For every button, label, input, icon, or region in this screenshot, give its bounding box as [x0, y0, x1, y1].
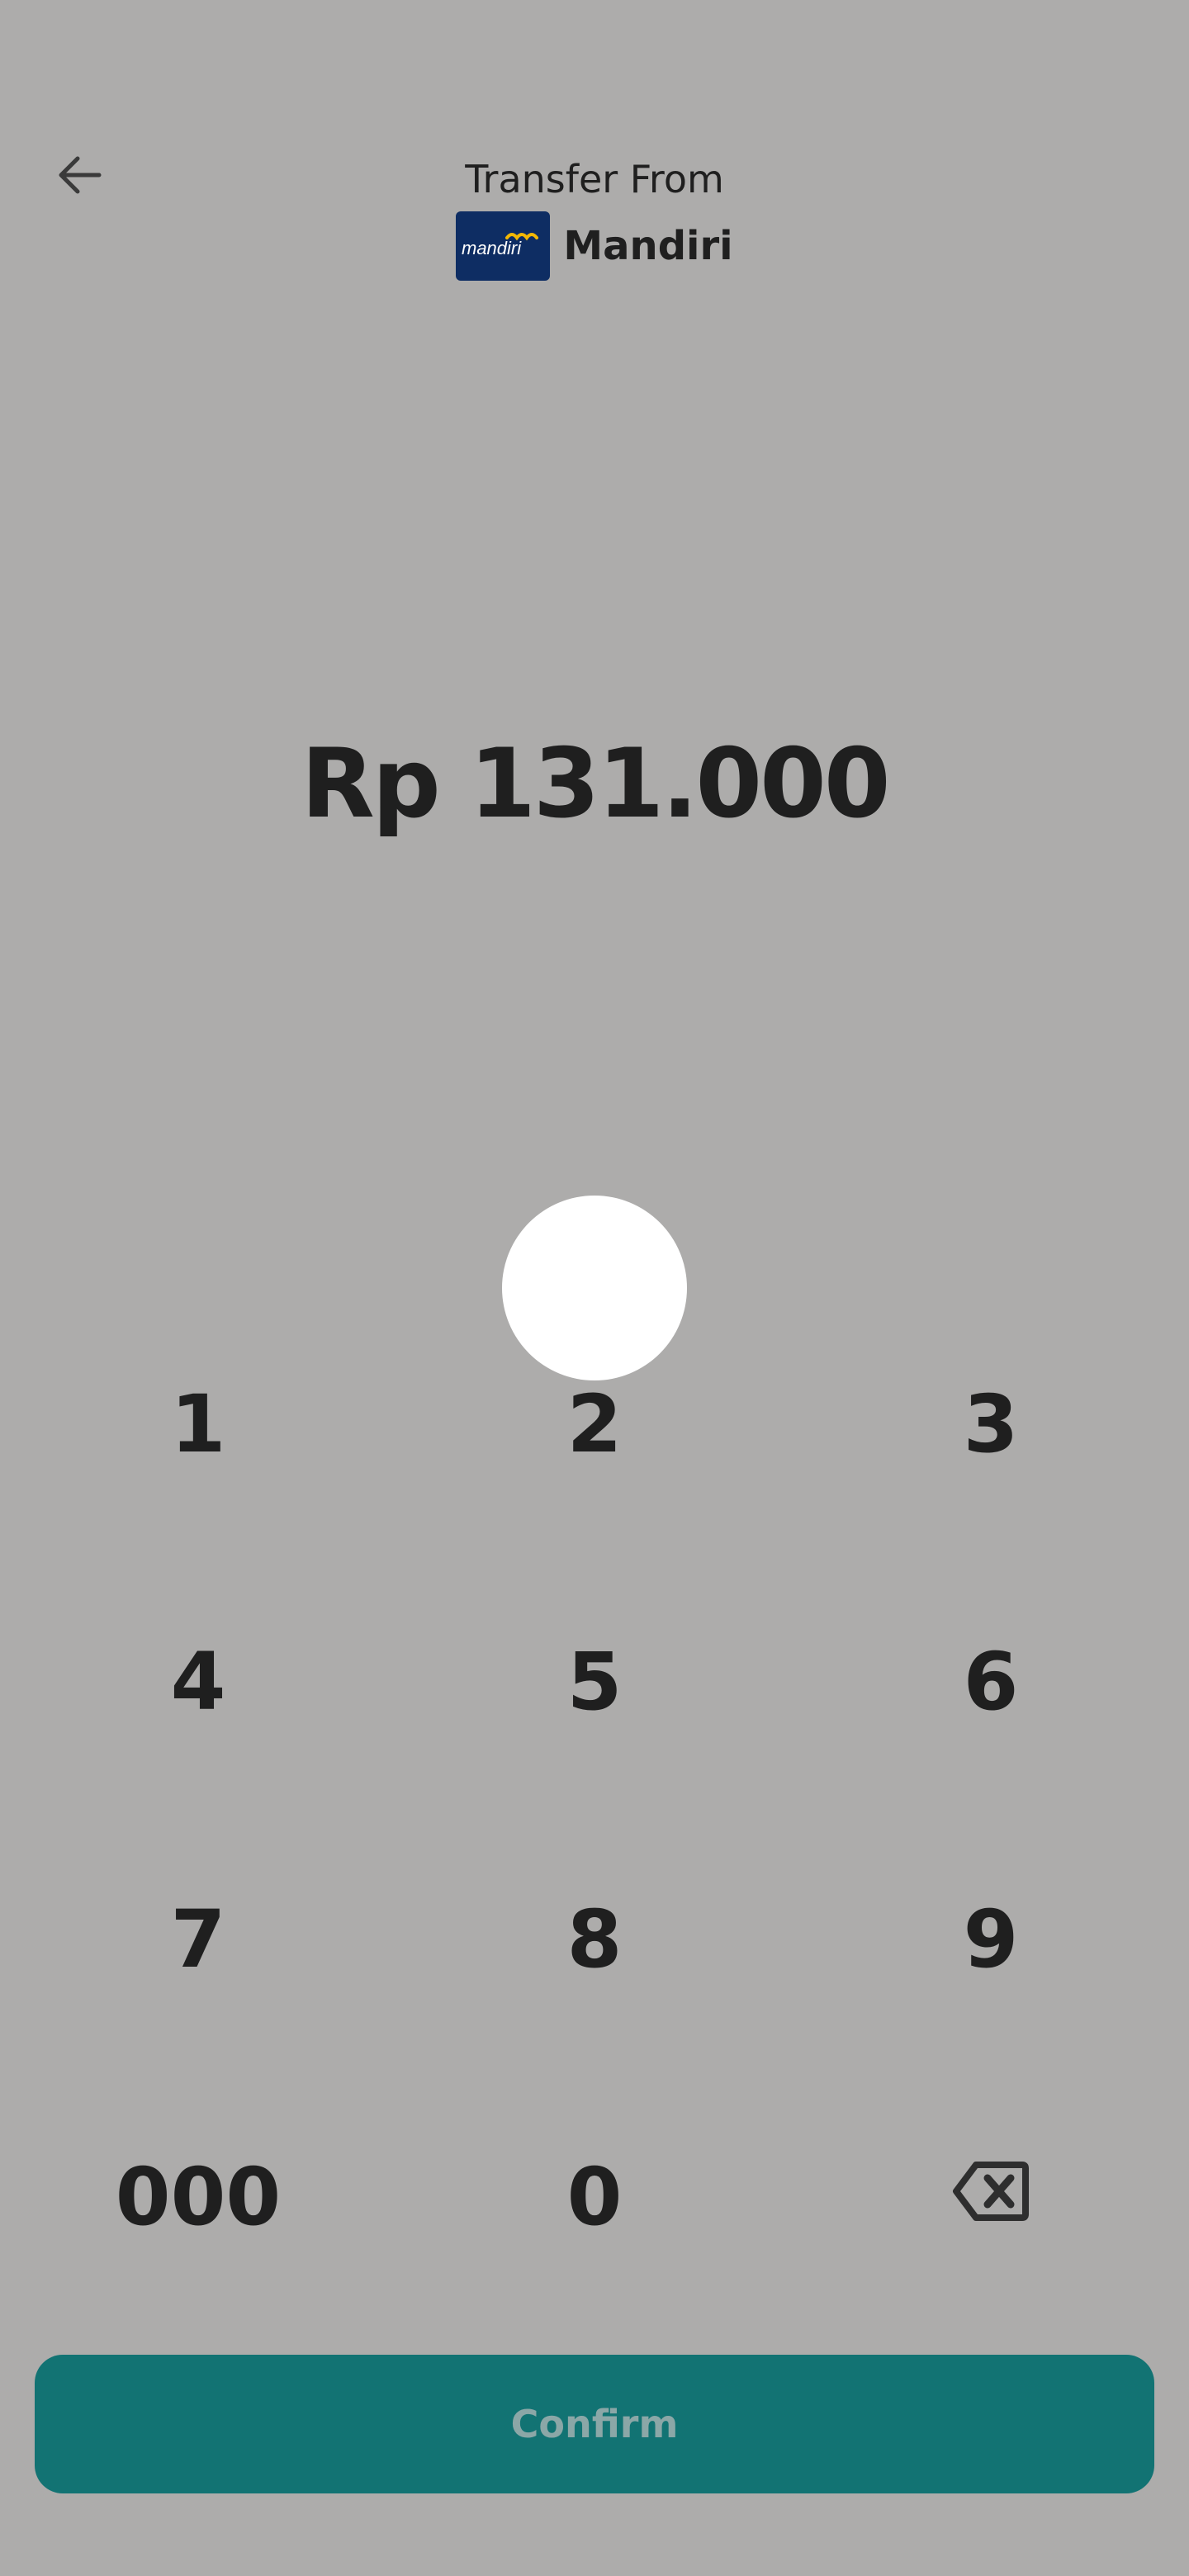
key-2[interactable]: 2 — [446, 1350, 743, 1499]
key-000[interactable]: 000 — [50, 2123, 347, 2271]
backspace-icon — [951, 2151, 1030, 2243]
key-3[interactable]: 3 — [842, 1350, 1139, 1499]
backspace-button[interactable] — [842, 2123, 1139, 2271]
key-0[interactable]: 0 — [446, 2123, 743, 2271]
mandiri-logo: mandiri — [456, 211, 551, 281]
key-1[interactable]: 1 — [50, 1350, 347, 1499]
key-9[interactable]: 9 — [842, 1865, 1139, 2014]
key-8[interactable]: 8 — [446, 1865, 743, 2014]
key-6[interactable]: 6 — [842, 1608, 1139, 1756]
key-4[interactable]: 4 — [50, 1608, 347, 1756]
bank-logo-text: mandiri — [462, 238, 522, 258]
key-7[interactable]: 7 — [50, 1865, 347, 2014]
page-title: Transfer From — [465, 157, 724, 201]
key-5[interactable]: 5 — [446, 1608, 743, 1756]
source-bank: mandiri Mandiri — [0, 211, 1189, 281]
bank-name: Mandiri — [563, 223, 733, 269]
amount-display: Rp 131.000 — [301, 728, 890, 840]
numeric-keypad: 1 2 3 4 5 6 7 8 9 000 0 — [0, 1321, 1189, 2348]
confirm-button[interactable]: Confirm — [35, 2355, 1154, 2493]
